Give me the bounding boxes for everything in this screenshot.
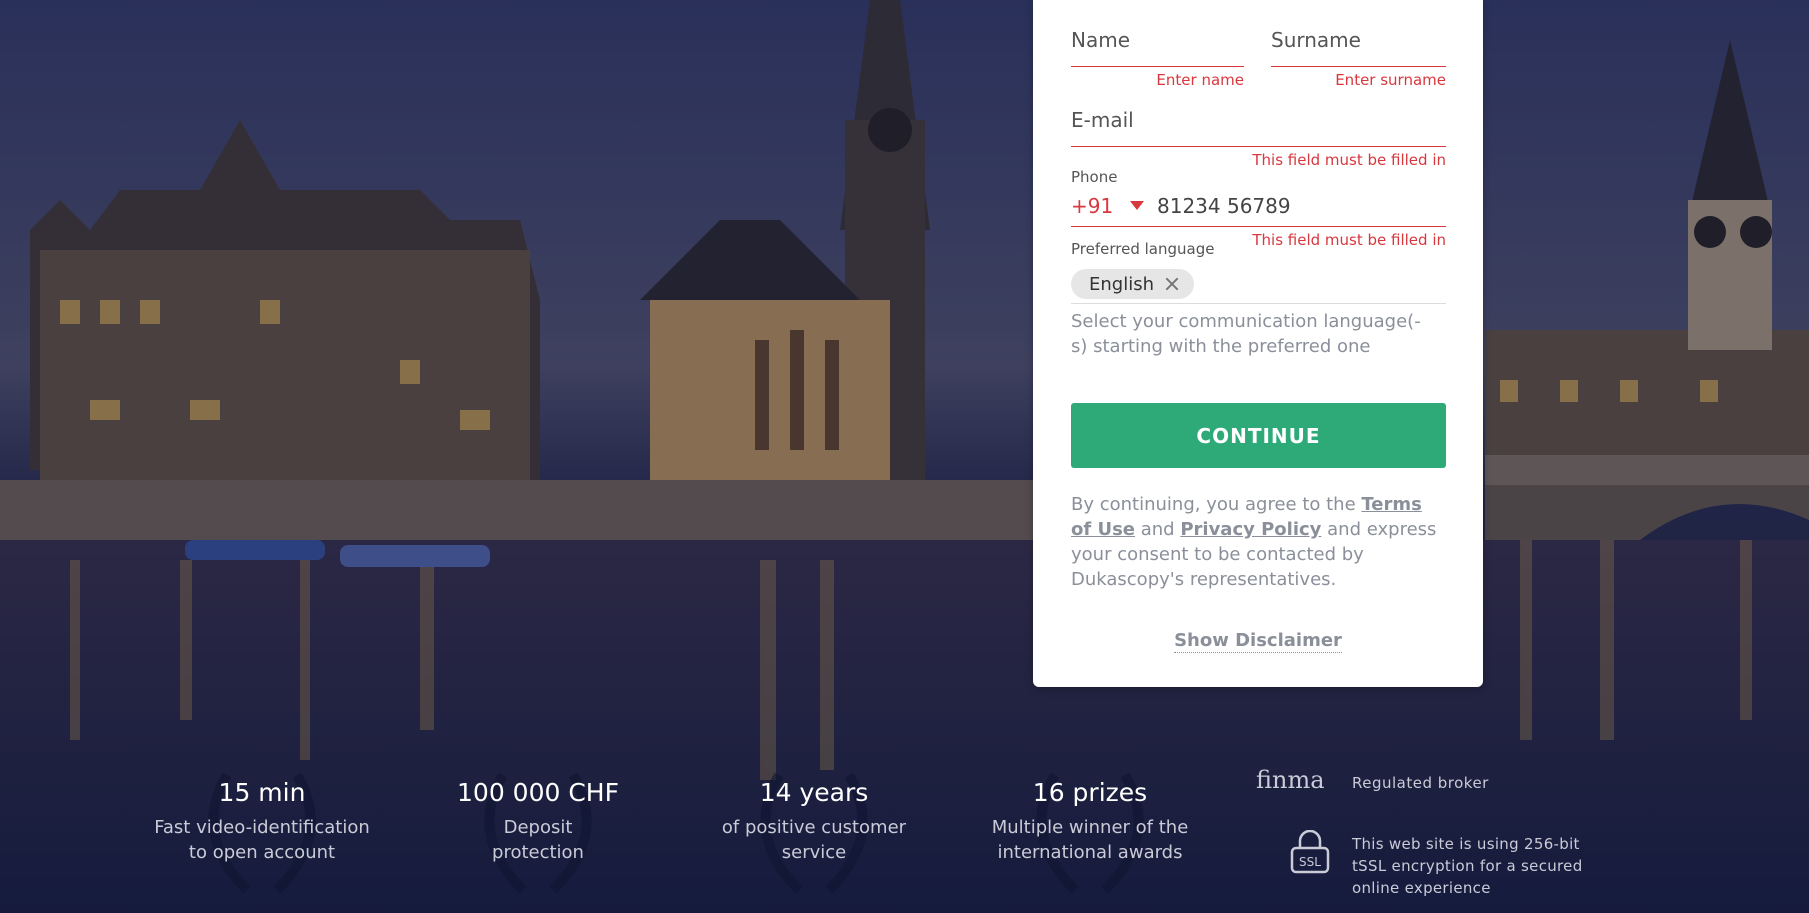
phone-input[interactable]: 81234 56789 [1157, 194, 1291, 218]
signup-form-card: Name Enter name Surname Enter surname E-… [1033, 0, 1483, 687]
email-field[interactable]: E-mail [1071, 108, 1134, 132]
disclaimer-row: Show Disclaimer [1033, 630, 1483, 653]
surname-input[interactable]: Surname [1271, 28, 1361, 52]
email-underline [1071, 146, 1446, 147]
ssl-lock-icon: SSL [1290, 830, 1330, 874]
language-chip-label: English [1089, 273, 1154, 295]
stat-deposit-protection: 100 000 CHF Deposit protection [428, 778, 648, 865]
email-input[interactable]: E-mail [1071, 108, 1134, 132]
privacy-link[interactable]: Privacy Policy [1180, 519, 1321, 540]
stat-text: Deposit protection [492, 817, 584, 863]
name-underline [1071, 66, 1244, 67]
surname-error: Enter surname [1335, 71, 1446, 89]
language-label: Preferred language [1071, 240, 1215, 258]
stat-text: Multiple winner of the international awa… [991, 817, 1189, 863]
stat-text: Fast video-identification to open accoun… [154, 817, 370, 863]
stat-years-service: 14 years of positive customer service [704, 778, 924, 865]
name-input[interactable]: Name [1071, 28, 1130, 52]
close-icon[interactable] [1164, 276, 1180, 292]
regulated-broker-text: Regulated broker [1352, 774, 1489, 792]
email-error: This field must be filled in [1252, 151, 1446, 169]
name-error: Enter name [1156, 71, 1244, 89]
phone-country-code[interactable]: +91 [1071, 194, 1113, 218]
stat-value: 15 min [218, 778, 306, 807]
stat-prizes: 16 prizes Multiple winner of the interna… [980, 778, 1200, 865]
ssl-icon-label: SSL [1299, 855, 1321, 869]
ssl-info-text: This web site is using 256-bit tSSL encr… [1352, 835, 1583, 897]
surname-underline [1271, 66, 1446, 67]
stat-video-identification: 15 min Fast video-identification to open… [152, 778, 372, 865]
legal-text: By continuing, you agree to the Terms of… [1071, 494, 1437, 590]
phone-underline [1071, 226, 1446, 227]
stat-text: of positive customer service [721, 817, 907, 863]
language-chip[interactable]: English [1071, 269, 1194, 299]
stat-value: 14 years [759, 778, 869, 807]
surname-field[interactable]: Surname [1271, 28, 1361, 52]
language-hint: Select your communication language(-s) s… [1071, 311, 1421, 357]
language-underline [1071, 303, 1446, 304]
name-field[interactable]: Name [1071, 28, 1130, 52]
finma-logo: finma [1256, 766, 1325, 794]
stat-value: 16 prizes [1032, 778, 1148, 807]
chevron-down-icon[interactable] [1130, 201, 1144, 210]
phone-label: Phone [1071, 168, 1118, 186]
stat-value: 100 000 CHF [457, 778, 619, 807]
show-disclaimer-link[interactable]: Show Disclaimer [1174, 630, 1342, 653]
continue-button[interactable]: CONTINUE [1071, 403, 1446, 468]
